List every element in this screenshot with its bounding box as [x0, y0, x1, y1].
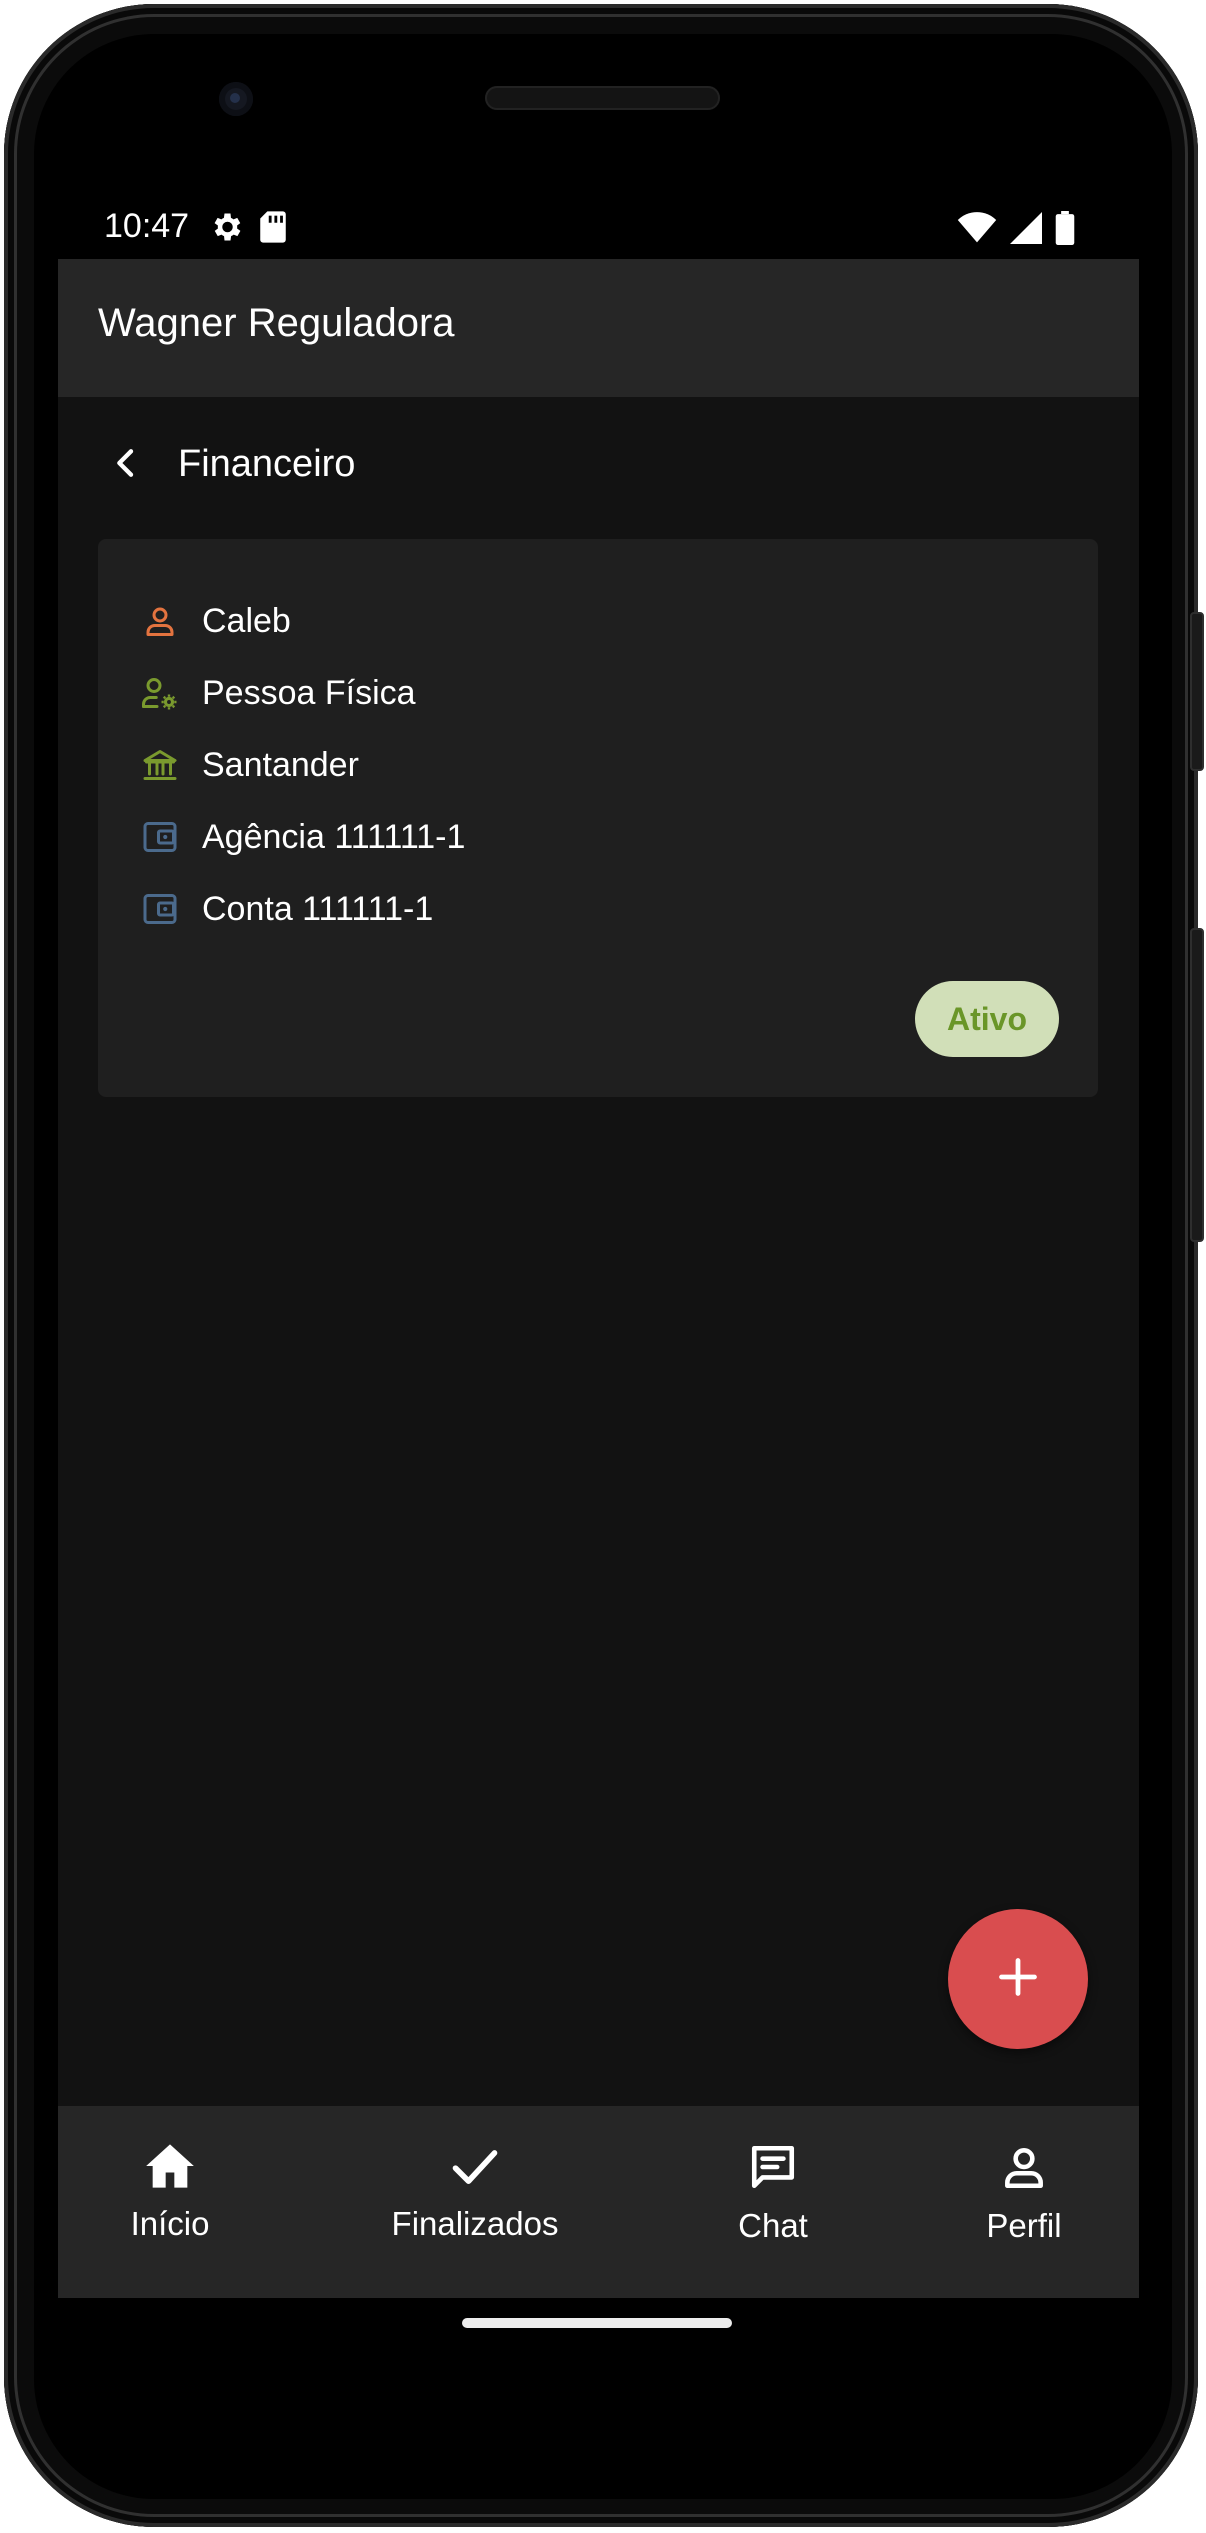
nav-item-finalizados[interactable]: Finalizados — [365, 2142, 585, 2243]
bank-icon — [140, 745, 180, 785]
back-button[interactable] — [102, 441, 150, 489]
person-icon — [140, 601, 180, 641]
wallet-icon — [140, 817, 180, 857]
bank-row: Santander — [140, 740, 359, 790]
nav-item-chat[interactable]: Chat — [663, 2142, 883, 2245]
wifi-icon — [957, 212, 997, 249]
cell-signal-icon — [1009, 212, 1043, 249]
device-frame: 10:47 Wagner Reguladora Financeiro Caleb… — [0, 0, 1206, 2533]
app-screen: 10:47 Wagner Reguladora Financeiro Caleb… — [58, 197, 1139, 2298]
chat-icon — [747, 2142, 799, 2197]
chevron-left-icon — [106, 443, 146, 488]
nav-label: Início — [130, 2205, 210, 2242]
wallet-icon — [140, 889, 180, 929]
app-bar: Wagner Reguladora — [58, 259, 1139, 397]
account-holder-row: Caleb — [140, 596, 291, 646]
settings-icon — [208, 209, 244, 250]
add-button[interactable] — [948, 1909, 1088, 2049]
status-left-icons — [208, 209, 288, 250]
agency-row: Agência 111111-1 — [140, 812, 465, 862]
status-badge: Ativo — [915, 981, 1059, 1057]
home-indicator[interactable] — [462, 2318, 732, 2328]
bank-name: Santander — [202, 745, 359, 784]
account-number: Conta 111111-1 — [202, 889, 434, 928]
earpiece-speaker — [485, 86, 720, 110]
page-header: Financeiro — [58, 397, 1139, 537]
person-type-row: Pessoa Física — [140, 668, 416, 718]
person-icon — [998, 2142, 1050, 2197]
status-right-icons — [957, 211, 1075, 250]
check-icon — [449, 2142, 501, 2195]
account-holder-name: Caleb — [202, 601, 291, 640]
bottom-nav: Início Finalizados Chat Perfil — [58, 2106, 1139, 2298]
nav-item-perfil[interactable]: Perfil — [914, 2142, 1134, 2245]
person-gear-icon — [140, 673, 180, 713]
power-button — [1190, 612, 1204, 771]
nav-label: Perfil — [986, 2207, 1062, 2244]
person-type-label: Pessoa Física — [202, 673, 416, 712]
battery-icon — [1055, 211, 1075, 250]
account-row: Conta 111111-1 — [140, 884, 433, 934]
app-title: Wagner Reguladora — [98, 301, 455, 345]
nav-label: Finalizados — [391, 2205, 559, 2242]
front-camera — [219, 82, 253, 116]
nav-label: Chat — [738, 2207, 808, 2244]
volume-button — [1190, 928, 1204, 1242]
status-bar: 10:47 — [58, 197, 1139, 259]
sd-card-icon — [258, 210, 288, 249]
agency-number: Agência 111111-1 — [202, 817, 466, 856]
home-icon — [144, 2142, 196, 2195]
page-title: Financeiro — [178, 443, 356, 485]
nav-item-inicio[interactable]: Início — [60, 2142, 280, 2243]
status-time: 10:47 — [104, 207, 190, 245]
plus-icon — [996, 1955, 1040, 2004]
account-card[interactable]: Caleb Pessoa Física Santander Agência 11… — [98, 539, 1098, 1097]
